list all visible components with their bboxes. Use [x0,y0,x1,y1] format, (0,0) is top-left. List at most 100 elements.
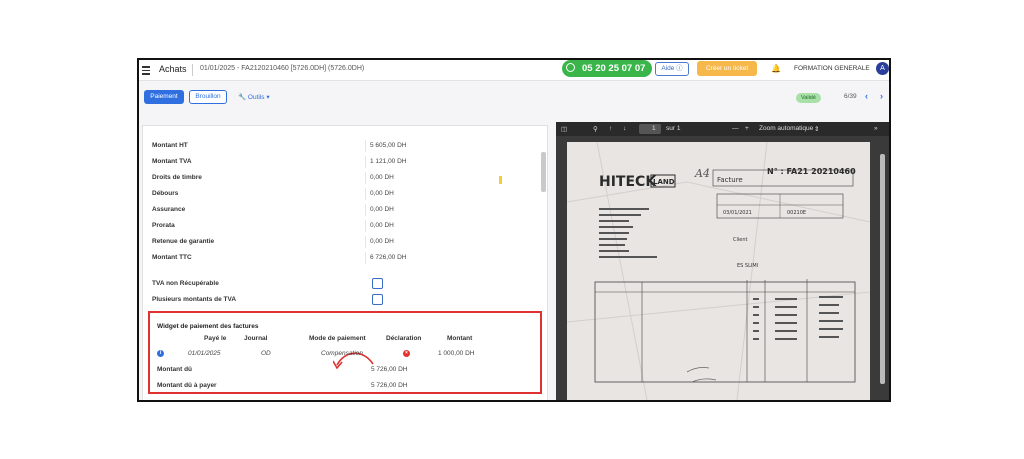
amount-due-value: 5 726,00 DH [371,366,408,373]
phone-number: 05 20 25 07 07 [582,63,646,74]
column-header: Mode de paiement [309,335,366,342]
multiple-tva-checkbox[interactable] [372,294,383,305]
payment-amount: 1 000,00 DH [438,350,475,357]
divider [365,220,366,232]
company-name[interactable]: FORMATION GENERALE [794,65,870,72]
tva-non-recuperable-checkbox[interactable] [372,278,383,289]
field-label: Prorata [152,222,175,229]
field-value: 1 121,00 DH [370,158,407,165]
page-total: sur 1 [666,125,681,132]
pdf-page: HITECK LAND A4 Facture N° : FA21 2021046… [566,141,871,400]
doc-city: ES SLIMI [737,263,758,269]
divider [365,204,366,216]
question-circle-icon: ⓘ [676,65,683,72]
column-header: Payé le [204,335,227,342]
top-bar: Achats 01/01/2025 - FA2120210460 [5726.0… [139,60,889,81]
payment-date: 01/01/2025 [188,350,221,357]
field-value: 0,00 DH [370,174,394,181]
breadcrumb: 01/01/2025 - FA2120210460 [5726.0DH] (57… [200,65,365,72]
pdf-toolbar: ◫ ⚲ ↑ ↓ 1 sur 1 — + Zoom automatique ⇕ » [556,122,889,136]
app-window: Achats 01/01/2025 - FA2120210460 [5726.0… [137,58,891,402]
bell-icon[interactable]: 🔔 [771,64,781,73]
page-number-input[interactable] [639,124,661,134]
amount-to-pay-label: Montant dû à payer [157,382,217,389]
doc-handwritten: A4 [694,167,710,180]
field-label: Assurance [152,206,186,213]
field-value: 6 726,00 DH [370,254,407,261]
more-tools-icon[interactable]: » [874,125,878,132]
chevron-right-icon[interactable]: › [880,91,883,101]
page-number: 1 [652,125,656,132]
divider [365,140,366,152]
phone-button[interactable]: 05 20 25 07 07 [562,60,652,77]
column-header: Montant [447,335,473,342]
column-header: Journal [244,335,268,342]
divider [365,252,366,264]
payment-widget: Widget de paiement des factures Payé le … [148,311,542,394]
chevron-down-icon: ▾ [266,94,270,101]
field-value: 0,00 DH [370,222,394,229]
divider [365,172,366,184]
payment-journal: OD [261,350,271,357]
arrow-down-icon[interactable]: ↓ [623,125,626,132]
doc-brand-box: LAND [653,178,675,186]
field-label: Débours [152,190,179,197]
zoom-out-button[interactable]: — [732,125,739,132]
column-header: Déclaration [386,335,422,342]
create-ticket-button[interactable]: Créer un ticket [697,61,757,76]
search-icon[interactable]: ⚲ [593,125,598,133]
record-pager: 6/39 [844,93,857,100]
doc-date: 03/01/2021 [723,210,752,216]
status-badge: Validé [796,93,821,103]
scanned-invoice-image: HITECK LAND A4 Facture N° : FA21 2021046… [566,141,871,400]
widget-title: Widget de paiement des factures [157,323,259,330]
field-value: 0,00 DH [370,190,394,197]
cross-circle-icon[interactable]: × [403,350,410,357]
field-label: Droits de timbre [152,174,202,181]
help-label: Aide [661,65,675,72]
help-button[interactable]: Aide ⓘ [655,62,689,76]
info-icon[interactable]: i [157,350,164,357]
doc-number: N° : FA21 20210460 [767,167,856,176]
marker [499,176,502,184]
divider [365,236,366,248]
app-title: Achats [159,64,187,74]
field-label: Montant HT [152,142,188,149]
scrollbar[interactable] [541,152,546,192]
invoice-form: Montant HT 5 605,00 DH Montant TVA 1 121… [142,125,548,400]
divider [365,188,366,200]
tools-menu[interactable]: 🔧 Outils ▾ [238,93,270,101]
draft-button[interactable]: Brouillon [189,90,227,104]
divider [192,64,193,76]
avatar[interactable]: A [876,62,889,75]
field-value: 0,00 DH [370,238,394,245]
amount-to-pay-value: 5 726,00 DH [371,382,408,389]
chevron-left-icon[interactable]: ‹ [865,91,868,101]
field-label: Montant TTC [152,254,192,261]
wrench-icon: 🔧 [238,94,247,101]
field-label: Retenue de garantie [152,238,215,245]
doc-code: 00210E [787,210,806,216]
phone-icon [566,63,575,72]
field-label: Plusieurs montants de TVA [152,296,237,303]
amount-due-label: Montant dû [157,366,193,373]
pdf-viewer: ◫ ⚲ ↑ ↓ 1 sur 1 — + Zoom automatique ⇕ »… [556,122,889,400]
scrollbar[interactable] [880,154,885,384]
payment-mode: Compensation [321,350,363,357]
doc-brand: HITECK [599,174,657,190]
hamburger-icon[interactable] [142,66,150,77]
payment-button[interactable]: Paiement [144,90,184,104]
field-value: 5 605,00 DH [370,142,407,149]
zoom-select[interactable]: Zoom automatique [759,125,813,132]
zoom-in-button[interactable]: + [745,125,749,132]
chevron-down-icon: ⇕ [814,126,820,133]
sidebar-toggle-icon[interactable]: ◫ [561,125,567,133]
divider [365,156,366,168]
doc-type: Facture [717,176,743,184]
field-label: TVA non Récupérable [152,280,219,287]
field-label: Montant TVA [152,158,192,165]
doc-client: Client [733,237,748,243]
field-value: 0,00 DH [370,206,394,213]
arrow-up-icon[interactable]: ↑ [609,125,612,132]
tools-label: Outils [247,94,265,101]
